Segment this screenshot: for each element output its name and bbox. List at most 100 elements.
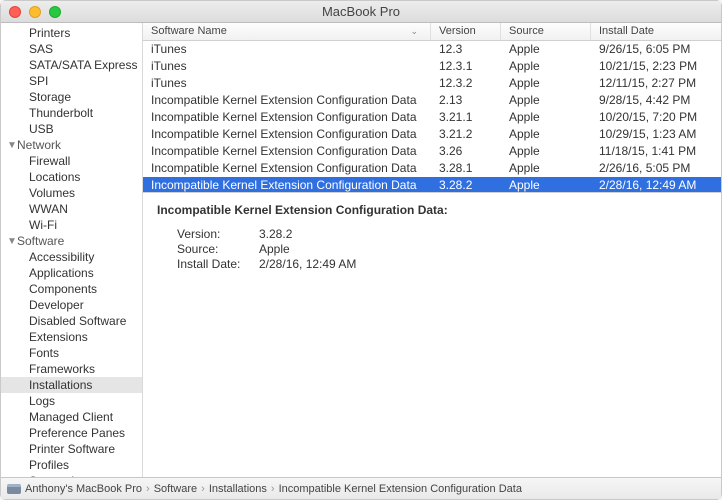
sidebar-item[interactable]: Firewall: [1, 153, 142, 169]
cell-version: 12.3: [431, 42, 501, 56]
column-header-date[interactable]: Install Date: [591, 23, 721, 40]
cell-name: Incompatible Kernel Extension Configurat…: [143, 127, 431, 141]
cell-version: 12.3.1: [431, 59, 501, 73]
cell-source: Apple: [501, 93, 591, 107]
sidebar-item[interactable]: Storage: [1, 89, 142, 105]
laptop-icon: [7, 484, 21, 494]
sidebar-item[interactable]: USB: [1, 121, 142, 137]
table-row[interactable]: iTunes12.3Apple9/26/15, 6:05 PM: [143, 41, 721, 58]
sidebar-item[interactable]: Components: [1, 281, 142, 297]
detail-label-source: Source:: [177, 242, 259, 256]
sidebar-item[interactable]: Developer: [1, 297, 142, 313]
cell-source: Apple: [501, 42, 591, 56]
cell-version: 3.28.2: [431, 178, 501, 192]
detail-label-install-date: Install Date:: [177, 257, 259, 271]
cell-date: 9/26/15, 6:05 PM: [591, 42, 721, 56]
cell-source: Apple: [501, 127, 591, 141]
sidebar-item[interactable]: Printer Software: [1, 441, 142, 457]
detail-value-install-date: 2/28/16, 12:49 AM: [259, 257, 707, 271]
cell-name: Incompatible Kernel Extension Configurat…: [143, 110, 431, 124]
sidebar-item[interactable]: Profiles: [1, 457, 142, 473]
window-title: MacBook Pro: [1, 4, 721, 19]
titlebar: MacBook Pro: [1, 1, 721, 23]
cell-date: 9/28/15, 4:42 PM: [591, 93, 721, 107]
table-row[interactable]: Incompatible Kernel Extension Configurat…: [143, 143, 721, 160]
disclosure-triangle-icon[interactable]: ▼: [7, 236, 17, 247]
column-header-label: Software Name: [151, 25, 227, 37]
sidebar-item[interactable]: Wi-Fi: [1, 217, 142, 233]
cell-name: Incompatible Kernel Extension Configurat…: [143, 144, 431, 158]
cell-source: Apple: [501, 144, 591, 158]
detail-title: Incompatible Kernel Extension Configurat…: [157, 203, 707, 217]
sidebar[interactable]: PrintersSASSATA/SATA ExpressSPIStorageTh…: [1, 23, 143, 477]
sidebar-item[interactable]: Thunderbolt: [1, 105, 142, 121]
sidebar-item[interactable]: Printers: [1, 25, 142, 41]
pathbar-segment[interactable]: Installations: [209, 483, 267, 495]
cell-date: 10/29/15, 1:23 AM: [591, 127, 721, 141]
table-row[interactable]: iTunes12.3.1Apple10/21/15, 2:23 PM: [143, 58, 721, 75]
cell-version: 3.28.1: [431, 161, 501, 175]
chevron-right-icon: ›: [201, 483, 205, 495]
sidebar-item[interactable]: SATA/SATA Express: [1, 57, 142, 73]
cell-version: 3.21.1: [431, 110, 501, 124]
sidebar-item[interactable]: Logs: [1, 393, 142, 409]
sidebar-item[interactable]: Disabled Software: [1, 313, 142, 329]
table-row[interactable]: Incompatible Kernel Extension Configurat…: [143, 126, 721, 143]
sidebar-item[interactable]: SPI: [1, 73, 142, 89]
sidebar-group-header[interactable]: ▼ Network: [1, 137, 142, 153]
sidebar-item[interactable]: Extensions: [1, 329, 142, 345]
table-row[interactable]: iTunes12.3.2Apple12/11/15, 2:27 PM: [143, 75, 721, 92]
cell-date: 2/28/16, 12:49 AM: [591, 178, 721, 192]
cell-source: Apple: [501, 110, 591, 124]
pathbar: Anthony's MacBook Pro › Software › Installat…: [1, 477, 721, 499]
main-area: PrintersSASSATA/SATA ExpressSPIStorageTh…: [1, 23, 721, 477]
cell-date: 11/18/15, 1:41 PM: [591, 144, 721, 158]
sidebar-item[interactable]: Locations: [1, 169, 142, 185]
cell-source: Apple: [501, 76, 591, 90]
table-row[interactable]: Incompatible Kernel Extension Configurat…: [143, 92, 721, 109]
detail-value-source: Apple: [259, 242, 707, 256]
detail-value-version: 3.28.2: [259, 227, 707, 241]
chevron-right-icon: ›: [271, 483, 275, 495]
cell-name: Incompatible Kernel Extension Configurat…: [143, 178, 431, 192]
cell-source: Apple: [501, 178, 591, 192]
cell-version: 3.26: [431, 144, 501, 158]
cell-date: 10/20/15, 7:20 PM: [591, 110, 721, 124]
sidebar-item[interactable]: Frameworks: [1, 361, 142, 377]
chevron-right-icon: ›: [146, 483, 150, 495]
cell-name: iTunes: [143, 76, 431, 90]
sidebar-item[interactable]: WWAN: [1, 201, 142, 217]
column-header-name[interactable]: Software Name ⌄: [143, 23, 431, 40]
cell-source: Apple: [501, 59, 591, 73]
chevron-down-icon: ⌄: [410, 26, 418, 37]
cell-version: 12.3.2: [431, 76, 501, 90]
sidebar-item[interactable]: Installations: [1, 377, 142, 393]
detail-pane: Incompatible Kernel Extension Configurat…: [143, 192, 721, 477]
table-row[interactable]: Incompatible Kernel Extension Configurat…: [143, 109, 721, 126]
disclosure-triangle-icon[interactable]: ▼: [7, 140, 17, 151]
sidebar-item[interactable]: Preference Panes: [1, 425, 142, 441]
table-row[interactable]: Incompatible Kernel Extension Configurat…: [143, 160, 721, 177]
column-header-version[interactable]: Version: [431, 23, 501, 40]
pathbar-segment[interactable]: Anthony's MacBook Pro: [25, 483, 142, 495]
table-header: Software Name ⌄ Version Source Install D…: [143, 23, 721, 41]
sidebar-item[interactable]: Fonts: [1, 345, 142, 361]
table-row[interactable]: Incompatible Kernel Extension Configurat…: [143, 177, 721, 192]
pathbar-segment[interactable]: Software: [154, 483, 197, 495]
sidebar-item[interactable]: Accessibility: [1, 249, 142, 265]
column-header-source[interactable]: Source: [501, 23, 591, 40]
sidebar-item[interactable]: SAS: [1, 41, 142, 57]
detail-label-version: Version:: [177, 227, 259, 241]
sidebar-item[interactable]: Volumes: [1, 185, 142, 201]
cell-version: 3.21.2: [431, 127, 501, 141]
sidebar-group-header[interactable]: ▼ Software: [1, 233, 142, 249]
sidebar-item[interactable]: Managed Client: [1, 409, 142, 425]
table-body[interactable]: iTunes12.3Apple9/26/15, 6:05 PMiTunes12.…: [143, 41, 721, 192]
cell-date: 2/26/16, 5:05 PM: [591, 161, 721, 175]
sidebar-item[interactable]: Applications: [1, 265, 142, 281]
pathbar-segment[interactable]: Incompatible Kernel Extension Configurat…: [279, 483, 522, 495]
cell-name: Incompatible Kernel Extension Configurat…: [143, 93, 431, 107]
cell-date: 10/21/15, 2:23 PM: [591, 59, 721, 73]
cell-name: iTunes: [143, 42, 431, 56]
content: Software Name ⌄ Version Source Install D…: [143, 23, 721, 477]
